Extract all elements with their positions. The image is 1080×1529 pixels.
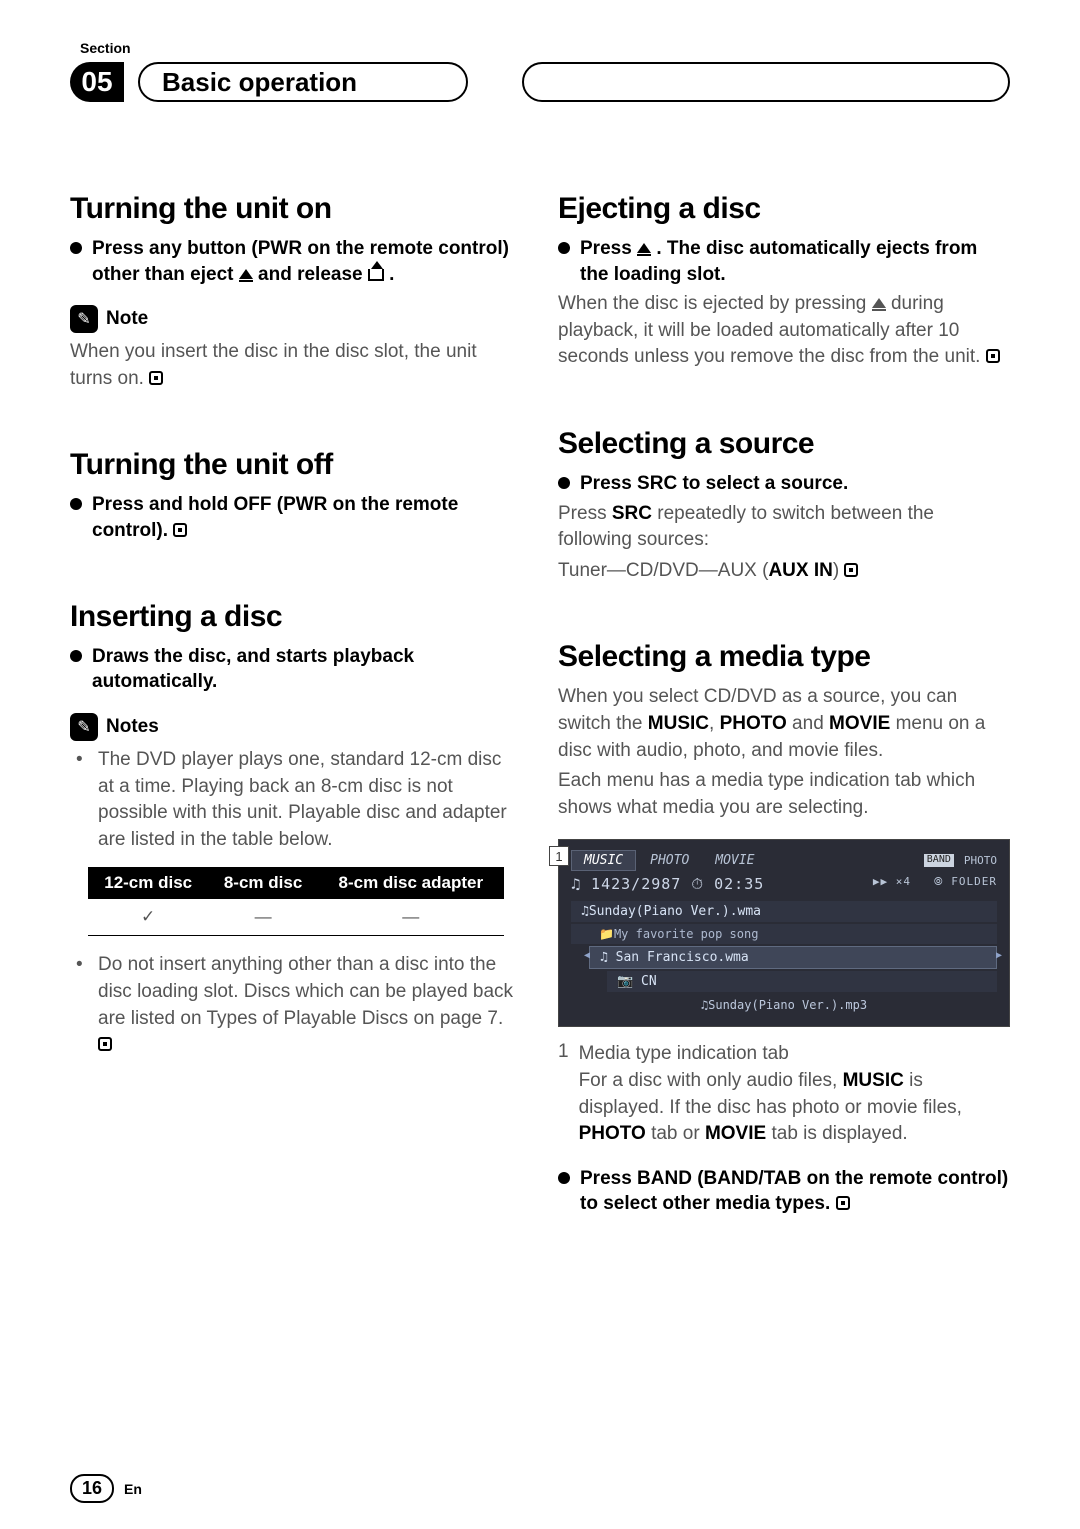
ss-list-sub: 📁My favorite pop song [571, 924, 997, 944]
caption-a: For a disc with only audio files, [579, 1070, 843, 1091]
end-marker-icon [173, 523, 187, 537]
end-marker-icon [986, 349, 1000, 363]
ss-folder: ⦾ FOLDER [934, 875, 997, 888]
bullet-turning-off: Press and hold OFF (PWR on the remote co… [70, 492, 522, 543]
caption-photo: PHOTO [579, 1123, 646, 1144]
bullet-select-source: Press SRC to select a source. [558, 471, 1010, 497]
chapter-title-pill: Basic operation [138, 62, 468, 102]
ss-right-text: PHOTO [964, 854, 997, 867]
notes-label: Notes [106, 716, 159, 738]
eject-icon [239, 269, 253, 279]
header-empty-pill [522, 62, 1010, 102]
bullet-turning-on: Press any button (PWR on the remote cont… [70, 236, 522, 287]
note-pencil-icon: ✎ [70, 305, 98, 333]
media-movie: MOVIE [829, 713, 890, 734]
media-music: MUSIC [648, 713, 709, 734]
eject-body-a: When the disc is ejected by pressing [558, 293, 872, 314]
src-line2-a: Tuner—CD/DVD—AUX ( [558, 560, 768, 581]
media-photo: PHOTO [720, 713, 787, 734]
page-footer: 16 En [70, 1474, 142, 1503]
src-bold: SRC [612, 503, 652, 524]
table-header-adapter: 8-cm disc adapter [318, 867, 504, 899]
eject-text-a: Press [580, 238, 637, 259]
left-column: Turning the unit on Press any button (PW… [70, 192, 522, 1221]
caption-music: MUSIC [843, 1070, 904, 1091]
end-marker-icon [844, 563, 858, 577]
ss-speed: ▶▶ ×4 [873, 875, 911, 888]
table-row: ✓ — — [88, 899, 504, 936]
release-icon [368, 269, 384, 281]
bullet-ejecting: Press . The disc automatically ejects fr… [558, 236, 1010, 287]
ss-tab-movie: MOVIE [703, 851, 766, 870]
heading-inserting-disc: Inserting a disc [70, 600, 522, 634]
right-column: Ejecting a disc Press . The disc automat… [558, 192, 1010, 1221]
ss-band-badge: BAND [924, 854, 954, 867]
page-number: 16 [70, 1474, 114, 1503]
table-cell-12cm: ✓ [88, 899, 208, 936]
heading-selecting-media: Selecting a media type [558, 640, 1010, 674]
media-sep1: , [709, 713, 720, 734]
chapter-header: 05 Basic operation [70, 62, 1010, 102]
heading-ejecting: Ejecting a disc [558, 192, 1010, 226]
eject-icon [872, 298, 886, 308]
media-sep2: and [787, 713, 829, 734]
inserting-text: Draws the disc, and starts playback auto… [92, 644, 522, 695]
section-label: Section [80, 40, 1010, 56]
turning-on-text-c: . [389, 264, 394, 285]
ss-list-item: ♫Sunday(Piano Ver.).wma [571, 901, 997, 922]
ss-list-item: 📷 CN [607, 971, 997, 992]
table-cell-8cm: — [208, 899, 317, 936]
note-text: When you insert the disc in the disc slo… [70, 341, 477, 389]
end-marker-icon [149, 371, 163, 385]
bullet-dot-icon [70, 650, 82, 662]
bullet-dot-icon [70, 498, 82, 510]
end-marker-icon [98, 1037, 112, 1051]
select-source-text: Press SRC to select a source. [580, 471, 848, 497]
chapter-number-badge: 05 [70, 62, 124, 102]
end-marker-icon [836, 1196, 850, 1210]
media-p2: Each menu has a media type indication ta… [558, 768, 1010, 821]
bullet-dot-icon [70, 242, 82, 254]
bullet-dot-icon [558, 242, 570, 254]
turning-off-text: Press and hold OFF (PWR on the remote co… [92, 494, 458, 541]
heading-selecting-source: Selecting a source [558, 427, 1010, 461]
ss-tab-photo: PHOTO [638, 851, 701, 870]
note-pencil-icon: ✎ [70, 713, 98, 741]
note2-post: on page 7. [413, 1008, 503, 1029]
heading-turning-off: Turning the unit off [70, 448, 522, 482]
page-language: En [124, 1481, 142, 1497]
media-screenshot: 1 MUSIC PHOTO MOVIE BAND PHOTO ♫ 1423/29… [558, 839, 1010, 1027]
note-item-2: Do not insert anything other than a disc… [88, 952, 522, 1058]
caption-c: tab or [651, 1123, 705, 1144]
disc-compatibility-table: 12-cm disc 8-cm disc 8-cm disc adapter ✓… [88, 867, 504, 936]
caption-d: tab is displayed. [771, 1123, 907, 1144]
ss-track-info: ♫ 1423/2987 ⏱ 02:35 [571, 875, 764, 893]
caption-number: 1 [558, 1041, 569, 1063]
callout-marker: 1 [549, 846, 569, 866]
chapter-title: Basic operation [162, 67, 357, 98]
ss-tab-music: MUSIC [571, 850, 636, 871]
note2-italic: Types of Playable Discs [206, 1008, 408, 1029]
bullet-inserting: Draws the disc, and starts playback auto… [70, 644, 522, 695]
ss-footer: ♫Sunday(Piano Ver.).mp3 [571, 998, 997, 1012]
src-body-a: Press [558, 503, 612, 524]
caption-title: Media type indication tab [579, 1043, 789, 1064]
heading-turning-on: Turning the unit on [70, 192, 522, 226]
bullet-press-band: Press BAND (BAND/TAB on the remote contr… [558, 1166, 1010, 1217]
ss-list-item-selected: ♫ San Francisco.wma [589, 946, 997, 969]
src-auxin: AUX IN [768, 560, 832, 581]
eject-icon [637, 243, 651, 253]
bullet-dot-icon [558, 1172, 570, 1184]
note-item-1: The DVD player plays one, standard 12-cm… [88, 747, 522, 853]
table-header-8cm: 8-cm disc [208, 867, 317, 899]
table-cell-adapter: — [318, 899, 504, 936]
turning-on-text-b: and release [258, 264, 368, 285]
bullet-dot-icon [558, 477, 570, 489]
caption-movie: MOVIE [705, 1123, 766, 1144]
press-band-text: Press BAND (BAND/TAB on the remote contr… [580, 1168, 1008, 1215]
note-label: Note [106, 308, 148, 330]
src-line2-b: ) [833, 560, 839, 581]
table-header-12cm: 12-cm disc [88, 867, 208, 899]
